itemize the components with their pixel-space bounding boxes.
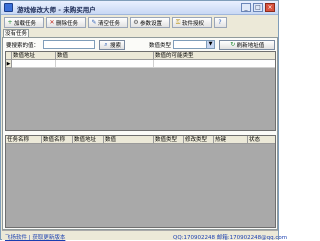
table-row[interactable] [56,60,154,68]
tasks-header: 任务名称 数值名称 数值地址 数值 数值类型 修改类型 热键 状态 [6,136,275,144]
main-window: 游戏修改大师 - 未购买用户 _ □ × + 加载任务 ✕ 删除任务 ✎ 清空任… [0,0,287,241]
delete-task-label: 删除任务 [56,20,79,27]
delete-icon: ✕ [49,18,55,26]
col-task-value[interactable]: 数值 [104,136,154,144]
chevron-down-icon: ▼ [206,41,214,48]
delete-task-button[interactable]: ✕ 删除任务 [46,17,86,28]
table-row[interactable] [12,60,56,68]
clear-icon: ✎ [91,18,97,26]
search-results-grid[interactable]: 数值地址 数值 数值的可能类型 ▶ [5,51,276,131]
refresh-address-button[interactable]: ↻ 刷新地址值 [219,40,275,50]
app-icon [4,3,13,12]
key-icon: ⚿ [175,18,181,26]
col-address[interactable]: 数值地址 [12,52,56,60]
add-icon: + [7,18,13,26]
clear-tasks-label: 清空任务 [98,20,121,27]
title-bar[interactable]: 游戏修改大师 - 未购买用户 _ □ × [1,1,278,15]
col-value-name[interactable]: 数值名称 [42,136,73,144]
add-task-button[interactable]: + 加载任务 [4,17,44,28]
settings-button[interactable]: ⚙ 参数设置 [130,17,170,28]
help-button[interactable]: ? [214,17,227,28]
minimize-button[interactable]: _ [241,3,251,12]
search-value-label: 要搜索的值： [6,43,40,49]
refresh-address-label: 刷新地址值 [236,43,265,49]
maximize-button[interactable]: □ [253,3,263,12]
toolbar: + 加载任务 ✕ 删除任务 ✎ 清空任务 ⚙ 参数设置 ⚿ 软件授权 ? [2,16,277,29]
add-task-label: 加载任务 [14,20,37,27]
status-bar: 飞扬软件 | 获取更新版本 QQ:170902248 邮箱:170902248@… [2,230,287,241]
col-hotkey[interactable]: 热键 [214,136,248,144]
results-header: 数值地址 数值 数值的可能类型 [6,52,275,60]
col-status[interactable]: 状态 [248,136,275,144]
search-button-label: 搜索 [109,43,121,49]
col-modify-type[interactable]: 修改类型 [184,136,214,144]
license-label: 软件授权 [182,20,205,27]
col-value-type[interactable]: 数值类型 [154,136,184,144]
window-title: 游戏修改大师 - 未购买用户 [17,6,96,14]
col-value-address[interactable]: 数值地址 [73,136,104,144]
value-type-select[interactable]: ▼ [173,40,215,49]
search-button[interactable]: ⌕ 搜索 [99,40,125,50]
refresh-icon: ↻ [230,41,236,48]
tasks-grid[interactable]: 任务名称 数值名称 数值地址 数值 数值类型 修改类型 热键 状态 [5,135,276,228]
close-button[interactable]: × [265,3,275,12]
col-value[interactable]: 数值 [56,52,154,60]
settings-icon: ⚙ [133,18,139,26]
col-task-name[interactable]: 任务名称 [6,136,42,144]
search-icon: ⌕ [104,41,108,48]
table-row[interactable] [154,60,275,68]
clear-tasks-button[interactable]: ✎ 清空任务 [88,17,128,28]
value-type-label: 数值类型 [149,43,172,49]
help-icon: ? [218,18,222,26]
license-button[interactable]: ⚿ 软件授权 [172,17,212,28]
task-panel: 要搜索的值： ⌕ 搜索 数值类型 ▼ ↻ 刷新地址值 数值地址 数值 数值的可能… [2,37,278,230]
col-possible-type[interactable]: 数值的可能类型 [154,52,275,60]
search-value-input[interactable] [43,40,95,49]
settings-label: 参数设置 [140,20,163,27]
